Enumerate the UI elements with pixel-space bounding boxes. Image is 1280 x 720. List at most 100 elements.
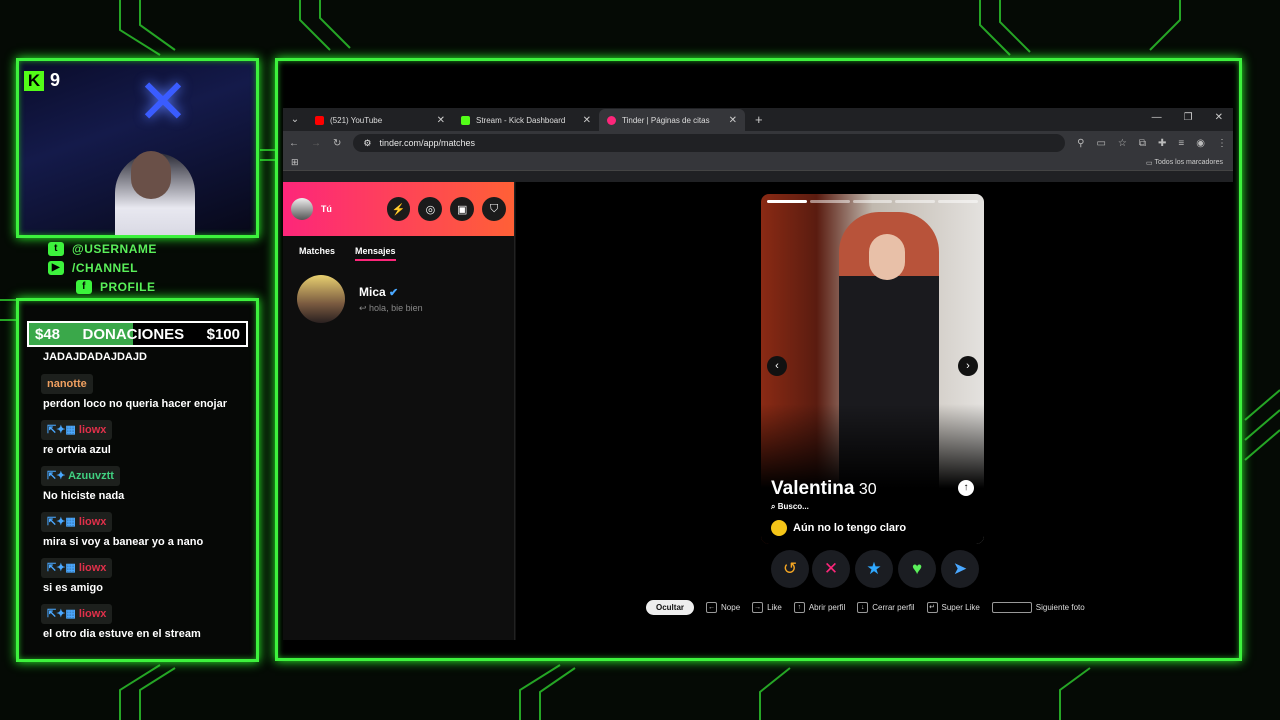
location-icon[interactable]: ⚲ (1077, 138, 1084, 149)
prev-photo-icon[interactable]: ‹ (767, 356, 787, 376)
chat-username-text: liowx (78, 424, 107, 436)
forward-icon[interactable]: → (311, 138, 321, 149)
photo-indicator (767, 200, 807, 203)
briefcase-icon[interactable]: ▣ (450, 197, 475, 221)
apps-icon[interactable]: ⊞ (291, 157, 299, 168)
search-icon: ⌕ (771, 502, 778, 511)
reload-icon[interactable]: ↻ (333, 138, 341, 149)
photo-indicator (852, 200, 893, 203)
tab-messages[interactable]: Mensajes (355, 246, 396, 261)
hide-hints-button[interactable]: Ocultar (646, 600, 695, 615)
open-profile-icon[interactable]: ↑ (958, 480, 974, 496)
kick-favicon-icon (461, 115, 470, 125)
chat-message: re ortvia azul (43, 444, 111, 456)
maximize-icon[interactable]: ❐ (1184, 112, 1193, 123)
tab-strip: ⌄ (521) YouTube ✕ Stream - Kick Dashboard… (283, 108, 1233, 131)
cast-icon[interactable]: ▭ (1096, 138, 1105, 149)
boost-icon[interactable]: ⚡ (386, 197, 411, 221)
rewind-button[interactable]: ↺ (771, 550, 809, 588)
address-bar-row: ← → ↻ ⚙ tinder.com/app/matches ⚲ ▭ ☆ ⧉ ✚ … (283, 131, 1233, 155)
youtube-favicon-icon (315, 115, 324, 125)
hint-label: Like (767, 603, 782, 612)
url-text: tinder.com/app/matches (379, 138, 476, 148)
streamer-head (131, 151, 171, 199)
window-controls: — ❐ ✕ (1152, 112, 1223, 123)
site-info-icon[interactable]: ⚙ (363, 138, 371, 149)
youtube-icon: ▶ (48, 261, 64, 275)
close-tab-icon[interactable]: ✕ (729, 115, 737, 126)
badge-icons: ⇱✦▦ (47, 424, 79, 436)
key-icon: ↑ (793, 602, 805, 613)
chat-message: perdon loco no queria hacer enojar (43, 398, 227, 410)
photo-progress (767, 200, 978, 203)
tinder-main: ‹ › Valentina 30 ↑ ⌕ Busco... Aún no lo … (516, 182, 1233, 640)
super-like-button[interactable]: ★ (855, 550, 893, 588)
tab-kick[interactable]: Stream - Kick Dashboard ✕ (453, 109, 599, 131)
profile-name-row: Valentina 30 (771, 478, 877, 500)
back-icon[interactable]: ← (289, 138, 299, 149)
thinking-emoji-icon (771, 520, 787, 536)
conversation-item[interactable]: Mica ✔ ↩ hola, bie bien (283, 261, 514, 337)
puzzle-icon[interactable]: ✚ (1158, 138, 1166, 149)
twitter-icon: t (48, 242, 64, 256)
user-label[interactable]: Tú (321, 204, 371, 214)
url-field[interactable]: ⚙ tinder.com/app/matches (353, 134, 1066, 152)
looking-for-text: Busco... (777, 502, 809, 511)
nope-button[interactable]: ✕ (812, 550, 850, 588)
tab-search-icon[interactable]: ⌄ (283, 109, 307, 131)
tinder-favicon-icon (607, 115, 616, 125)
hint-label: Nope (721, 603, 741, 612)
hint-label: Super Like (941, 603, 980, 612)
tab-title: Stream - Kick Dashboard (476, 115, 566, 125)
neon-x-light: ✕ (137, 65, 189, 138)
new-tab-button[interactable]: + (745, 109, 773, 131)
facebook-icon: f (76, 280, 92, 294)
donation-current: $48 (35, 325, 61, 343)
badge-icons: ⇱✦ (47, 470, 69, 482)
hint-close-profile: ↓ Cerrar perfil (857, 602, 915, 613)
like-button[interactable]: ♥ (898, 550, 936, 588)
menu-icon[interactable]: ⋮ (1217, 138, 1227, 149)
tab-matches[interactable]: Matches (299, 246, 335, 261)
all-bookmarks-link[interactable]: Todos los marcadores (1155, 159, 1223, 166)
close-window-icon[interactable]: ✕ (1215, 112, 1223, 123)
profile-photo-face (869, 234, 905, 280)
hint-open-profile: ↑ Abrir perfil (793, 602, 845, 613)
tab-youtube[interactable]: (521) YouTube ✕ (307, 109, 453, 131)
chat-username: ⇱✦▦ liowx (41, 420, 113, 440)
badge-icons: ⇱✦▦ (47, 562, 79, 574)
close-tab-icon[interactable]: ✕ (437, 115, 445, 126)
explore-icon[interactable]: ◎ (418, 197, 443, 221)
social-youtube: ▶ /CHANNEL (48, 261, 138, 275)
chat-username: ⇱✦▦ liowx (41, 604, 113, 624)
bookmark-star-icon[interactable]: ☆ (1118, 138, 1127, 149)
close-tab-icon[interactable]: ✕ (583, 115, 591, 126)
chat-username: ⇱✦ Azuuvztt (41, 466, 120, 486)
extension-icon[interactable]: ⧉ (1139, 138, 1146, 149)
user-avatar[interactable] (291, 198, 313, 220)
key-icon: ↵ (926, 602, 938, 613)
profile-avatar-icon[interactable]: ◉ (1196, 138, 1205, 149)
social-label: PROFILE (100, 280, 156, 294)
chat-username-text: liowx (78, 562, 107, 574)
chat-username: ⇱✦▦ liowx (41, 558, 113, 578)
donation-label: DONACIONES (82, 325, 185, 343)
verified-icon: ✔ (389, 287, 399, 299)
minimize-icon[interactable]: — (1152, 112, 1162, 123)
photo-indicator (895, 200, 936, 203)
badge-icons: ⇱✦▦ (47, 516, 79, 528)
profile-card[interactable]: ‹ › Valentina 30 ↑ ⌕ Busco... Aún no lo … (761, 194, 984, 544)
chat-username-text: liowx (78, 608, 107, 620)
folder-icon: ▭ (1145, 159, 1155, 167)
chat-message: el otro dia estuve en el stream (43, 628, 201, 640)
chat-message: JADAJDADAJDAJD (43, 351, 147, 363)
shield-icon[interactable]: ⛉ (482, 197, 507, 221)
tab-title: Tinder | Páginas de citas (622, 115, 710, 125)
next-photo-icon[interactable]: › (958, 356, 978, 376)
tab-tinder[interactable]: Tinder | Páginas de citas ✕ (599, 109, 745, 131)
media-icon[interactable]: ≡ (1178, 138, 1184, 149)
chat-username-text: Azuuvztt (68, 470, 114, 482)
viewer-badge: K 9 (24, 70, 60, 91)
boost-send-button[interactable]: ➤ (941, 550, 979, 588)
chat-username-text: liowx (78, 516, 107, 528)
